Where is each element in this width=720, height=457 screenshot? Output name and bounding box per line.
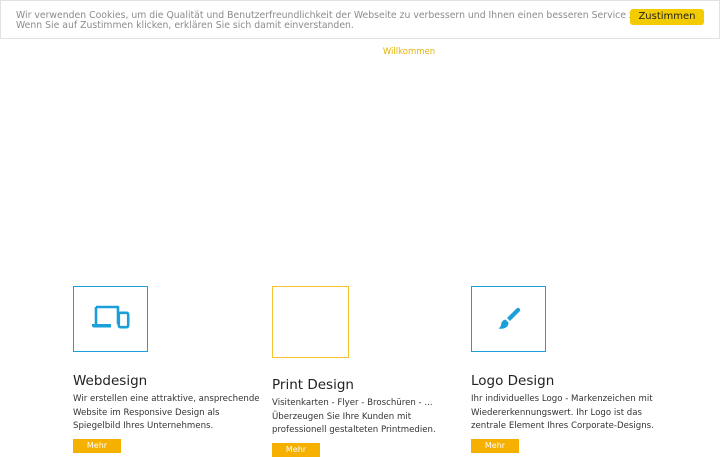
accept-cookies-button[interactable]: Zustimmen <box>630 9 704 25</box>
service-description-line: Visitenkarten - Flyer - Broschüren - ... <box>272 398 433 408</box>
paintbrush-icon <box>498 307 520 329</box>
cookie-message-line: Wenn Sie auf Zustimmen klicken, erklären… <box>16 19 354 31</box>
service-description-line: Spiegelbild Ihres Unternehmens. <box>73 421 214 431</box>
service-title: Print Design <box>272 377 354 393</box>
service-icon-box <box>73 286 148 352</box>
service-icon-box <box>272 286 349 358</box>
service-description-line: Ihr individuelles Logo - Markenzeichen m… <box>471 394 653 404</box>
service-description-line: Wir erstellen eine attraktive, anspreche… <box>73 394 260 404</box>
service-description: Visitenkarten - Flyer - Broschüren - ...… <box>272 397 462 438</box>
more-button-print-design[interactable]: Mehr <box>272 443 320 457</box>
service-description-line: zentrale Element Ihres Corporate-Designs… <box>471 421 654 431</box>
nav-link-welcome[interactable]: Willkommen <box>378 47 440 57</box>
service-description-line: Wiedererkennungswert. Ihr Logo ist das <box>471 407 642 418</box>
service-description-line: Überzeugen Sie Ihre Kunden mit <box>272 411 412 422</box>
service-description-line: professionell gestalteten Printmedien. <box>272 425 436 435</box>
devices-icon <box>91 305 129 329</box>
service-description: Ihr individuelles Logo - Markenzeichen m… <box>471 393 661 434</box>
more-button-webdesign[interactable]: Mehr <box>73 439 121 453</box>
more-button-logo-design[interactable]: Mehr <box>471 439 519 453</box>
service-icon-box <box>471 286 546 352</box>
service-title: Logo Design <box>471 373 555 389</box>
service-title: Webdesign <box>73 373 148 389</box>
service-description: Wir erstellen eine attraktive, anspreche… <box>73 393 263 434</box>
service-description-line: Website im Responsive Design als <box>73 407 220 418</box>
cookie-message: Wir verwenden Cookies, um die Qualität u… <box>16 11 675 31</box>
cookie-banner: Wir verwenden Cookies, um die Qualität u… <box>0 0 720 39</box>
